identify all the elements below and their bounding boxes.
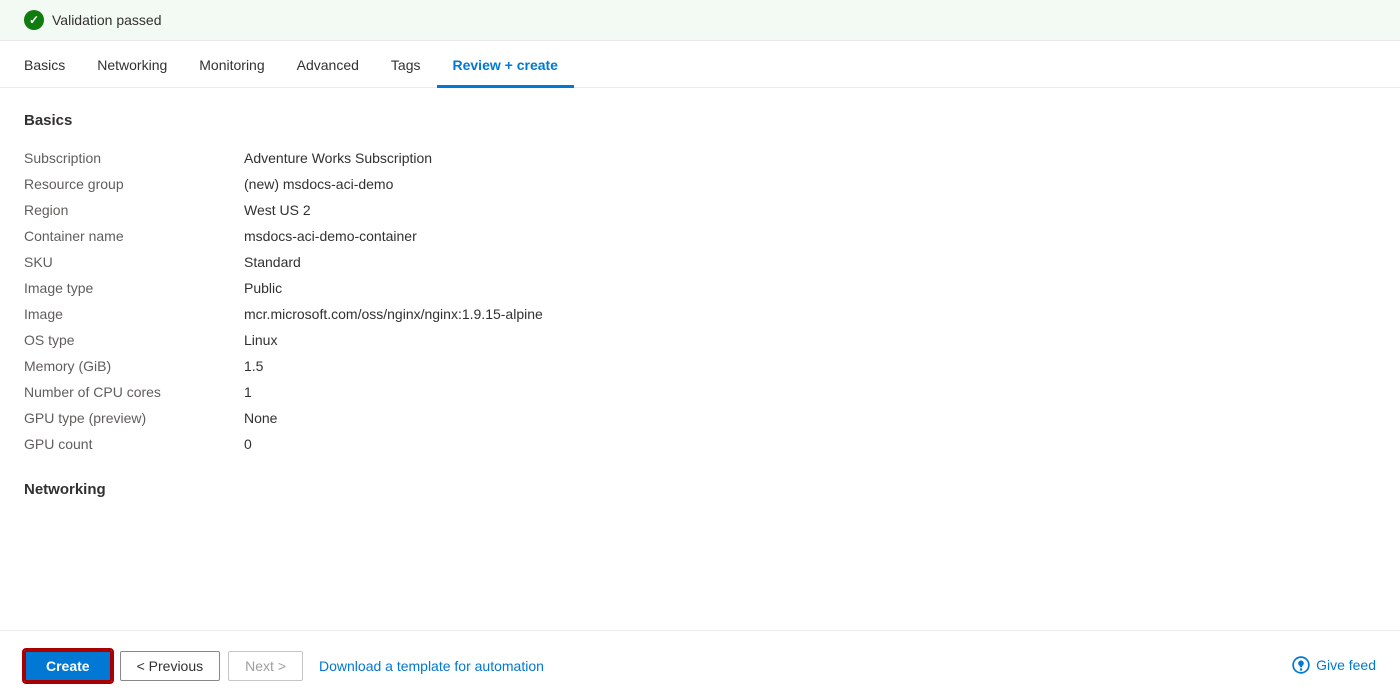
- validation-banner: Validation passed: [0, 0, 1400, 41]
- table-row: Image mcr.microsoft.com/oss/nginx/nginx:…: [24, 301, 1376, 327]
- table-row: Container name msdocs-aci-demo-container: [24, 223, 1376, 249]
- networking-section: Networking: [24, 481, 1376, 498]
- tab-monitoring[interactable]: Monitoring: [183, 41, 280, 88]
- tab-tags[interactable]: Tags: [375, 41, 437, 88]
- field-value: (new) msdocs-aci-demo: [244, 171, 1376, 197]
- table-row: Region West US 2: [24, 197, 1376, 223]
- table-row: Number of CPU cores 1: [24, 379, 1376, 405]
- table-row: SKU Standard: [24, 249, 1376, 275]
- field-label: Number of CPU cores: [24, 379, 244, 405]
- field-value: None: [244, 405, 1376, 431]
- field-value: 1: [244, 379, 1376, 405]
- check-circle-icon: [24, 10, 44, 30]
- basics-fields-table: Subscription Adventure Works Subscriptio…: [24, 145, 1376, 457]
- tab-review-create[interactable]: Review + create: [437, 41, 574, 88]
- table-row: Subscription Adventure Works Subscriptio…: [24, 145, 1376, 171]
- table-row: Image type Public: [24, 275, 1376, 301]
- field-label: Container name: [24, 223, 244, 249]
- field-label: Image type: [24, 275, 244, 301]
- table-row: GPU type (preview) None: [24, 405, 1376, 431]
- field-label: Resource group: [24, 171, 244, 197]
- table-row: OS type Linux: [24, 327, 1376, 353]
- field-label: SKU: [24, 249, 244, 275]
- previous-button[interactable]: < Previous: [120, 651, 221, 681]
- field-value: Linux: [244, 327, 1376, 353]
- table-row: Memory (GiB) 1.5: [24, 353, 1376, 379]
- field-value: 0: [244, 431, 1376, 457]
- field-label: Image: [24, 301, 244, 327]
- field-label: GPU count: [24, 431, 244, 457]
- give-feedback-button[interactable]: Give feed: [1292, 630, 1376, 700]
- field-value: mcr.microsoft.com/oss/nginx/nginx:1.9.15…: [244, 301, 1376, 327]
- field-label: Memory (GiB): [24, 353, 244, 379]
- create-button[interactable]: Create: [24, 650, 112, 682]
- validation-text: Validation passed: [52, 12, 161, 28]
- automation-link[interactable]: Download a template for automation: [319, 658, 544, 674]
- next-button[interactable]: Next >: [228, 651, 303, 681]
- bottom-bar: Create < Previous Next > Download a temp…: [0, 630, 1400, 700]
- tab-networking[interactable]: Networking: [81, 41, 183, 88]
- field-value: 1.5: [244, 353, 1376, 379]
- tab-basics[interactable]: Basics: [24, 41, 81, 88]
- field-value: msdocs-aci-demo-container: [244, 223, 1376, 249]
- tab-bar: Basics Networking Monitoring Advanced Ta…: [0, 41, 1400, 88]
- table-row: Resource group (new) msdocs-aci-demo: [24, 171, 1376, 197]
- field-value: West US 2: [244, 197, 1376, 223]
- tab-advanced[interactable]: Advanced: [281, 41, 375, 88]
- basics-section: Basics Subscription Adventure Works Subs…: [24, 112, 1376, 457]
- field-label: Subscription: [24, 145, 244, 171]
- main-content: Basics Subscription Adventure Works Subs…: [0, 88, 1400, 632]
- give-feedback-label: Give feed: [1316, 657, 1376, 673]
- basics-heading: Basics: [24, 112, 1376, 129]
- field-value: Standard: [244, 249, 1376, 275]
- networking-heading: Networking: [24, 481, 1376, 498]
- table-row: GPU count 0: [24, 431, 1376, 457]
- feedback-icon: [1292, 656, 1310, 674]
- field-label: GPU type (preview): [24, 405, 244, 431]
- field-label: Region: [24, 197, 244, 223]
- field-label: OS type: [24, 327, 244, 353]
- field-value: Public: [244, 275, 1376, 301]
- field-value: Adventure Works Subscription: [244, 145, 1376, 171]
